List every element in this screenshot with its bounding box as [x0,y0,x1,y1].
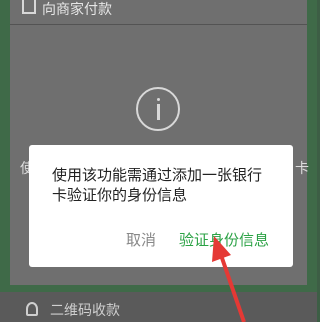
clipped-text-right: 卡 [295,161,309,177]
verify-identity-button[interactable]: 验证身份信息 [179,229,269,250]
pay-merchant-row[interactable]: 向商家付款 [10,0,307,24]
qr-collect-label: 二维码收款 [50,303,120,319]
pay-merchant-label: 向商家付款 [42,2,112,18]
qr-collect-row[interactable]: 二维码收款 [0,292,317,322]
dialog-message: 使用该功能需通过添加一张银行卡验证你的身份信息 [52,166,263,204]
cancel-button[interactable]: 取消 [126,229,156,250]
box-icon [22,0,36,14]
verify-identity-dialog: 使用该功能需通过添加一张银行卡验证你的身份信息 取消 验证身份信息 [29,145,293,267]
info-circle-icon [136,87,180,131]
person-icon [26,302,38,316]
divider [10,24,307,25]
